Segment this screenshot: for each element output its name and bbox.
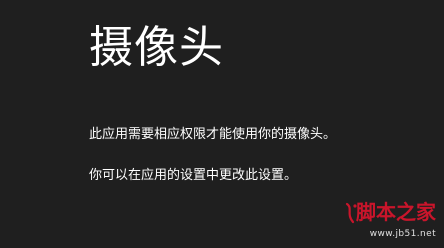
page-title: 摄像头: [89, 22, 224, 73]
permission-message: 此应用需要相应权限才能使用你的摄像头。: [89, 127, 337, 142]
camera-permission-screen: 摄像头 此应用需要相应权限才能使用你的摄像头。 你可以在应用的设置中更改此设置。…: [0, 0, 444, 248]
watermark-site-url: www.jb51.net: [369, 229, 436, 239]
settings-hint: 你可以在应用的设置中更改此设置。: [89, 168, 298, 183]
site-watermark: 脚本之家 www.jb51.net: [344, 200, 436, 240]
watermark-site-name: 脚本之家: [356, 200, 436, 224]
